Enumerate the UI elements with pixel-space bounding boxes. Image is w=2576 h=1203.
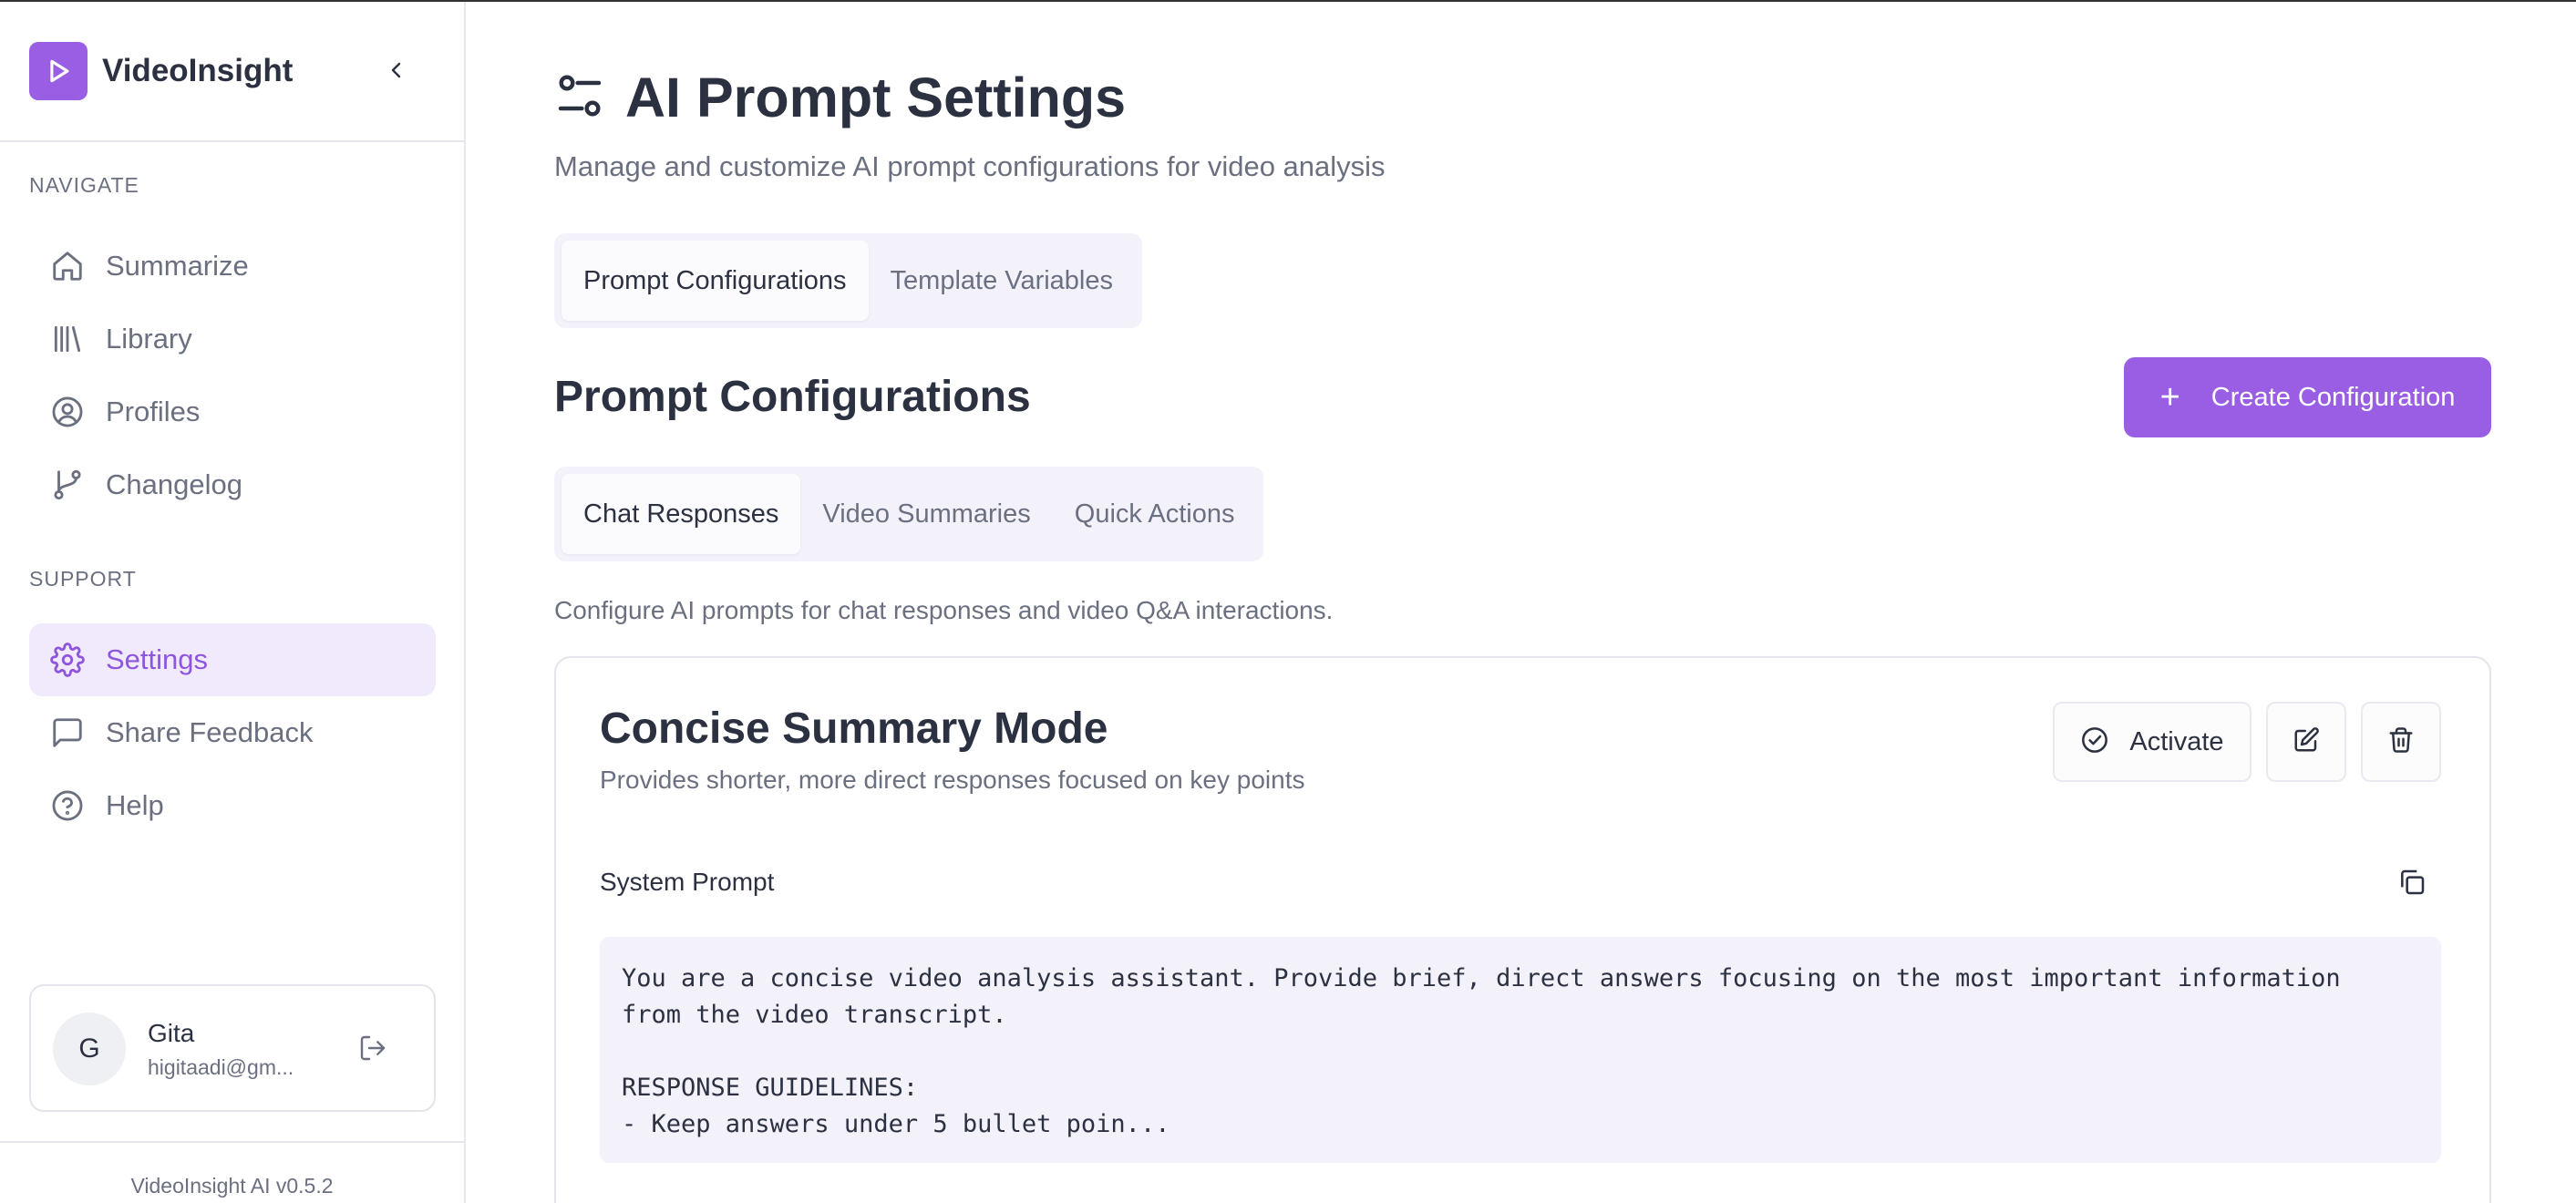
- navigate-section-label: NAVIGATE: [29, 173, 139, 197]
- help-circle-icon: [49, 787, 86, 824]
- sidebar-item-settings[interactable]: Settings: [29, 623, 436, 696]
- config-card: Concise Summary Mode Provides shorter, m…: [554, 656, 2491, 1203]
- sidebar-item-label: Summarize: [106, 250, 249, 282]
- system-prompt-label: System Prompt: [600, 868, 775, 896]
- tab-description: Configure AI prompts for chat responses …: [554, 596, 1334, 624]
- tab-quick-actions[interactable]: Quick Actions: [1053, 474, 1257, 554]
- app-name: VideoInsight: [102, 53, 294, 88]
- home-icon: [49, 248, 86, 284]
- main-content: AI Prompt Settings Manage and customize …: [466, 2, 2576, 1203]
- version-label: VideoInsight AI v0.5.2: [130, 1174, 334, 1198]
- page-title: AI Prompt Settings: [625, 67, 1127, 129]
- activate-label: Activate: [2129, 726, 2224, 756]
- sidebar-item-library[interactable]: Library: [29, 303, 436, 375]
- sidebar-item-profiles[interactable]: Profiles: [29, 375, 436, 448]
- create-configuration-label: Create Configuration: [2210, 382, 2456, 412]
- config-name: Concise Summary Mode: [600, 704, 1108, 753]
- sidebar-item-changelog[interactable]: Changelog: [29, 448, 436, 521]
- play-logo-icon: [29, 42, 88, 100]
- user-email: higitaadi@gm...: [148, 1055, 294, 1079]
- plus-icon: +: [2159, 378, 2180, 416]
- create-configuration-button[interactable]: + Create Configuration: [2124, 357, 2491, 437]
- main-tabs: Prompt Configurations Template Variables: [554, 233, 1143, 328]
- user-circle-icon: [49, 394, 86, 430]
- gear-icon: [49, 642, 86, 678]
- sidebar-item-label: Changelog: [106, 468, 242, 500]
- trash-icon: [2387, 726, 2415, 758]
- check-circle-icon: [2080, 725, 2109, 759]
- user-card: G Gita higitaadi@gm...: [29, 984, 436, 1112]
- sliders-icon: [554, 70, 605, 126]
- divider: [0, 1141, 464, 1143]
- support-section-label: SUPPORT: [29, 567, 137, 591]
- section-title: Prompt Configurations: [554, 373, 1031, 421]
- page-header: AI Prompt Settings: [554, 66, 1126, 129]
- activate-button[interactable]: Activate: [2053, 702, 2251, 782]
- tab-prompt-configurations[interactable]: Prompt Configurations: [562, 241, 869, 321]
- chevron-left-icon[interactable]: [381, 55, 412, 86]
- brand[interactable]: VideoInsight: [29, 42, 293, 100]
- library-icon: [49, 321, 86, 357]
- sidebar-item-label: Share Feedback: [106, 716, 314, 748]
- tab-video-summaries[interactable]: Video Summaries: [800, 474, 1052, 554]
- config-description: Provides shorter, more direct responses …: [600, 766, 1305, 794]
- sidebar-item-label: Help: [106, 789, 164, 821]
- sidebar: VideoInsight NAVIGATE Summarize Library …: [0, 2, 466, 1203]
- copy-icon[interactable]: [2394, 864, 2430, 900]
- edit-icon: [2293, 726, 2320, 758]
- tab-chat-responses[interactable]: Chat Responses: [562, 474, 801, 554]
- sub-tabs: Chat Responses Video Summaries Quick Act…: [554, 467, 1264, 561]
- avatar: G: [53, 1013, 126, 1085]
- sidebar-item-share-feedback[interactable]: Share Feedback: [29, 696, 436, 769]
- sidebar-item-label: Library: [106, 323, 192, 355]
- message-square-icon: [49, 715, 86, 751]
- sidebar-item-label: Settings: [106, 643, 209, 675]
- edit-button[interactable]: [2266, 702, 2346, 782]
- git-branch-icon: [49, 467, 86, 503]
- tab-template-variables[interactable]: Template Variables: [869, 241, 1135, 321]
- sidebar-item-summarize[interactable]: Summarize: [29, 230, 436, 303]
- logout-icon[interactable]: [355, 1030, 391, 1066]
- system-prompt-text: You are a concise video analysis assista…: [600, 937, 2441, 1163]
- sidebar-item-help[interactable]: Help: [29, 769, 436, 842]
- sidebar-item-label: Profiles: [106, 396, 201, 427]
- delete-button[interactable]: [2361, 702, 2441, 782]
- page-subtitle: Manage and customize AI prompt configura…: [554, 150, 1386, 182]
- user-name: Gita: [148, 1019, 195, 1047]
- divider: [0, 140, 464, 142]
